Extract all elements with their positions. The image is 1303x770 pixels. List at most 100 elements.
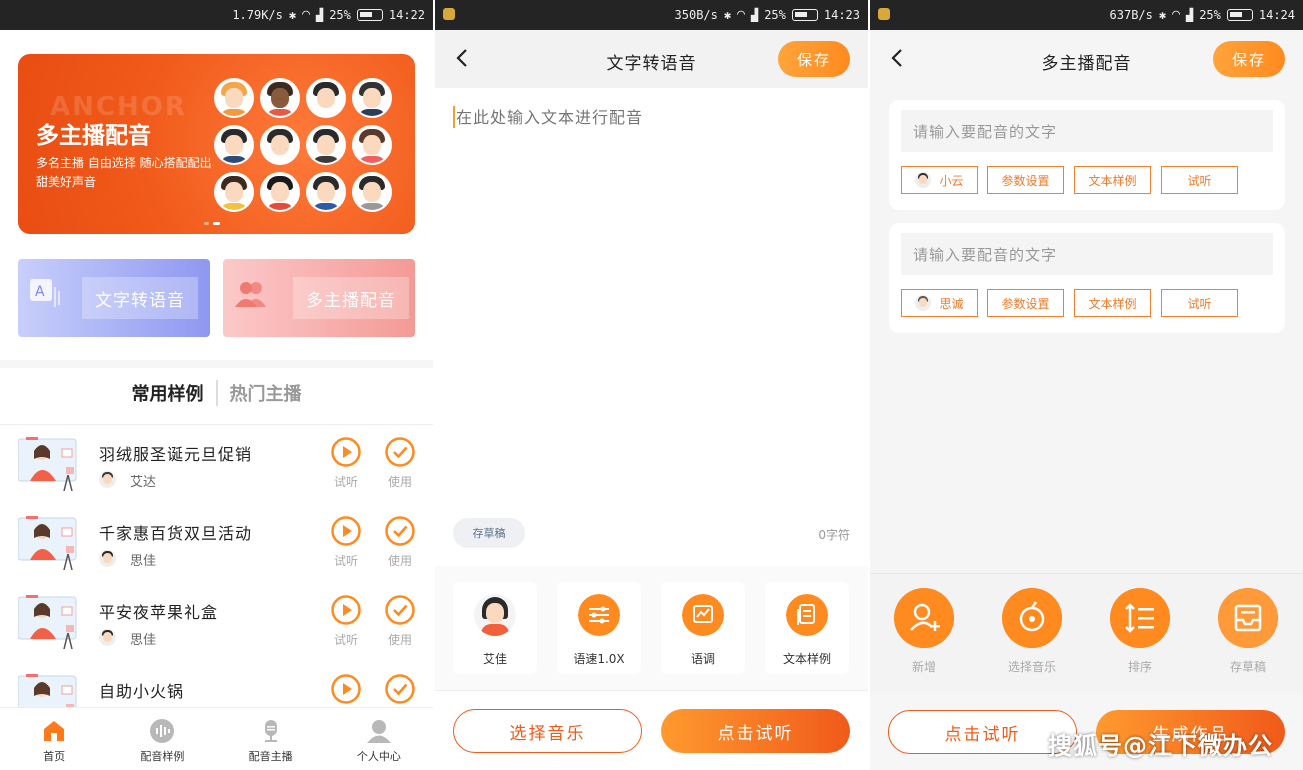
tts-entry-card[interactable]: A 文字转语音 [18, 259, 210, 337]
sample-title: 千家惠百货双旦活动 [99, 524, 253, 543]
pitch-setting[interactable]: 语调 [661, 582, 745, 674]
bottom-navigation: 首页 配音样例 配音主播 个人中心 [0, 707, 433, 770]
sliders-icon [578, 594, 620, 636]
add-segment-button[interactable]: 新增 [884, 588, 964, 675]
promo-banner[interactable]: ANCHOR 多主播配音 多名主播 自由选择 随心搭配配出甜美好声音 [18, 54, 415, 234]
clock: 14:23 [823, 7, 860, 22]
avatar-icon [915, 295, 932, 311]
play-button[interactable]: 试听 [326, 516, 366, 569]
voice-name: 思诚 [939, 296, 964, 311]
sample-row[interactable]: 千家惠百货双旦活动思佳 试听 使用 [0, 504, 433, 583]
action-label: 排序 [1127, 660, 1152, 674]
avatar-icon [99, 550, 116, 567]
sample-thumbnail [18, 437, 77, 491]
play-icon [331, 516, 361, 546]
home-screen: 1.79K/s ✱ ◠ ▟ 25% 14:22 ANCHOR 多主播配音 多名主… [0, 0, 433, 770]
battery-percent: 25% [764, 7, 786, 22]
tts-tools: 艾佳 语速1.0X 语调 文本样例 [435, 566, 868, 690]
nav-anchors[interactable]: 配音主播 [217, 708, 325, 770]
play-button[interactable] [326, 674, 366, 704]
sort-button[interactable]: 排序 [1100, 588, 1180, 675]
clock: 14:22 [388, 7, 425, 22]
segment-text-input[interactable]: 请输入要配音的文字 [901, 233, 1273, 275]
play-button[interactable]: 试听 [326, 437, 366, 490]
text-to-speech-icon: A [30, 279, 60, 307]
tab-hot-anchors[interactable]: 热门主播 [215, 380, 314, 406]
save-button[interactable]: 保存 [1213, 41, 1285, 77]
text-sample-button[interactable]: 文本样例 [1074, 166, 1151, 194]
params-button[interactable]: 参数设置 [987, 289, 1064, 317]
status-bar: 350B/s ✱ ◠ ▟ 25% 14:23 [435, 0, 868, 30]
nav-samples[interactable]: 配音样例 [108, 708, 216, 770]
battery-icon [356, 8, 383, 21]
battery-percent: 25% [329, 7, 351, 22]
avatar-icon [99, 629, 116, 646]
clock: 14:24 [1258, 7, 1295, 22]
use-button[interactable]: 使用 [380, 437, 420, 490]
play-icon [331, 437, 361, 467]
inbox-icon [1218, 588, 1278, 648]
signal-icon: ▟ [750, 7, 759, 22]
voice-name: 艾达 [130, 475, 157, 490]
wifi-icon: ◠ [737, 7, 745, 22]
voice-selector[interactable]: 艾佳 [453, 582, 537, 674]
choose-music-button[interactable]: 选择音乐 [453, 709, 642, 753]
multi-anchor-screen: 637B/s ✱ ◠ ▟ 25% 14:24 多主播配音 保存 请输入要配音的文… [870, 0, 1303, 770]
use-button[interactable]: 使用 [380, 516, 420, 569]
network-speed: 637B/s [1109, 7, 1153, 22]
choose-music-button[interactable]: 选择音乐 [992, 588, 1072, 675]
action-label: 存草稿 [1229, 660, 1266, 674]
avatar-icon [474, 594, 516, 636]
text-sample-button[interactable]: 文本样例 [765, 582, 849, 674]
segment-actions: 新增 选择音乐 排序 存草稿 [870, 573, 1303, 691]
status-bar: 637B/s ✱ ◠ ▟ 25% 14:24 [870, 0, 1303, 30]
use-button[interactable] [380, 674, 420, 704]
anchor-avatar [260, 172, 300, 212]
save-draft-button[interactable]: 存草稿 [1208, 588, 1288, 675]
speed-setting[interactable]: 语速1.0X [557, 582, 641, 674]
text-editor[interactable] [435, 88, 868, 558]
text-sample-button[interactable]: 文本样例 [1074, 289, 1151, 317]
voice-name: 思佳 [130, 554, 157, 569]
multi-anchor-entry-label: 多主播配音 [293, 277, 409, 319]
use-button[interactable]: 使用 [380, 595, 420, 648]
nav-label: 配音主播 [248, 750, 293, 763]
multi-anchor-entry-card[interactable]: 多主播配音 [223, 259, 415, 337]
segment-text-input[interactable]: 请输入要配音的文字 [901, 110, 1273, 152]
text-cursor [453, 106, 455, 128]
bottom-actions: 选择音乐 点击试听 [435, 690, 868, 770]
nav-label: 个人中心 [356, 750, 401, 763]
microphone-icon [264, 720, 277, 742]
voice-chip[interactable]: 思诚 [901, 289, 978, 317]
check-icon [385, 516, 415, 546]
save-button[interactable]: 保存 [778, 41, 850, 77]
svg-text:A: A [35, 284, 45, 300]
play-button[interactable]: 试听 [326, 595, 366, 648]
battery-icon [1226, 8, 1253, 21]
tool-label: 艾佳 [482, 652, 507, 666]
anchor-avatar [352, 125, 392, 165]
home-icon [44, 721, 65, 741]
params-button[interactable]: 参数设置 [987, 166, 1064, 194]
sample-row[interactable]: 平安夜苹果礼盒 思佳 试听 使用 [0, 583, 433, 662]
nav-profile[interactable]: 个人中心 [325, 708, 433, 770]
sample-row[interactable]: 羽绒服圣诞元旦促销 艾达 试听 使用 [0, 425, 433, 504]
listen-button[interactable]: 试听 [1161, 289, 1238, 317]
network-speed: 1.79K/s [232, 7, 283, 22]
voice-chip[interactable]: 小云 [901, 166, 978, 194]
preview-button[interactable]: 点击试听 [661, 709, 850, 753]
nav-label: 配音样例 [140, 750, 185, 763]
wifi-icon: ◠ [1172, 7, 1180, 22]
action-label: 新增 [911, 660, 936, 674]
pitch-chart-icon [682, 594, 724, 636]
tts-text-input[interactable] [456, 108, 836, 127]
save-draft-button[interactable]: 存草稿 [453, 518, 525, 548]
tts-entry-label: 文字转语音 [82, 277, 198, 319]
listen-button[interactable]: 试听 [1161, 166, 1238, 194]
check-icon [385, 437, 415, 467]
tab-common-samples[interactable]: 常用样例 [120, 380, 216, 406]
anchor-avatar [306, 172, 346, 212]
nav-home[interactable]: 首页 [0, 708, 108, 770]
anchor-avatar [260, 125, 300, 165]
anchor-avatar [214, 78, 254, 118]
